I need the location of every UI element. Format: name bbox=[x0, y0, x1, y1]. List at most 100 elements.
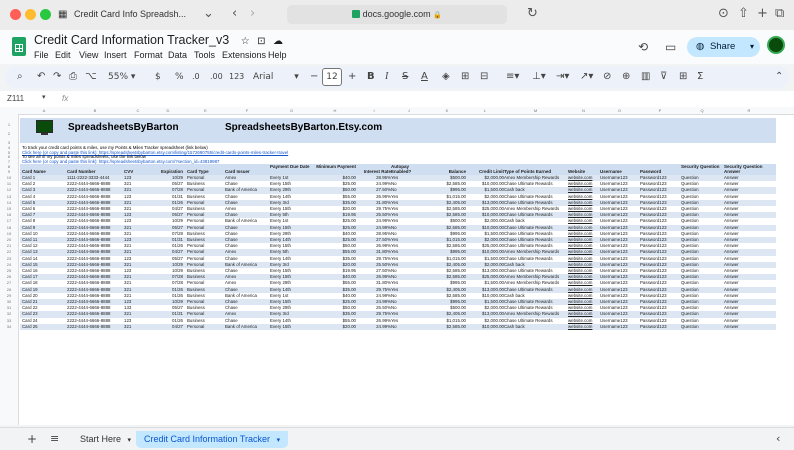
row-number[interactable]: 23 bbox=[0, 256, 18, 261]
all-sheets-icon[interactable]: ≡ bbox=[50, 431, 59, 447]
sheets-logo-icon[interactable] bbox=[12, 37, 26, 56]
font-select[interactable]: Arial ▾ bbox=[253, 69, 299, 85]
fill-color-icon[interactable]: ◈ bbox=[442, 69, 450, 85]
row-number[interactable]: 7 bbox=[0, 159, 18, 164]
column-header-c[interactable]: C bbox=[124, 107, 152, 114]
menu-tools[interactable]: Tools bbox=[194, 50, 215, 60]
address-bar[interactable]: docs.google.com 🔒 bbox=[287, 5, 507, 24]
tab-start-here[interactable]: Start Here ▾ bbox=[72, 431, 139, 448]
row-number[interactable]: 21 bbox=[0, 243, 18, 248]
menu-edit[interactable]: Edit bbox=[55, 50, 71, 60]
italic-button[interactable]: I bbox=[385, 69, 388, 85]
column-header-o[interactable]: O bbox=[600, 107, 639, 114]
share-page-icon[interactable]: ⇧ bbox=[738, 6, 749, 22]
row-number[interactable]: 15 bbox=[0, 206, 18, 211]
row-number[interactable]: 9 bbox=[0, 169, 18, 174]
column-header-a[interactable]: A bbox=[22, 107, 66, 114]
tab-overview-icon[interactable]: ⧉ bbox=[775, 6, 784, 22]
row-number[interactable]: 31 bbox=[0, 305, 18, 310]
column-header-f[interactable]: F bbox=[225, 107, 269, 114]
name-box-dropdown-icon[interactable]: ▾ bbox=[42, 93, 46, 101]
print-icon[interactable]: ⎙ bbox=[69, 69, 77, 85]
row-number[interactable]: 20 bbox=[0, 237, 18, 242]
horizontal-align-icon[interactable]: ≡▾ bbox=[506, 69, 519, 85]
row-number[interactable]: 18 bbox=[0, 225, 18, 230]
vertical-align-icon[interactable]: ⊥▾ bbox=[532, 69, 546, 85]
row-number[interactable]: 17 bbox=[0, 218, 18, 223]
website-link[interactable]: website.com bbox=[568, 324, 599, 330]
vertical-scrollbar[interactable] bbox=[785, 117, 790, 417]
add-sheet-icon[interactable]: + bbox=[27, 431, 37, 447]
row-number[interactable]: 19 bbox=[0, 231, 18, 236]
avatar[interactable] bbox=[767, 36, 785, 54]
column-header-q[interactable]: Q bbox=[681, 107, 723, 114]
collapse-toolbar-icon[interactable]: ⌃ bbox=[775, 69, 783, 85]
column-header-j[interactable]: J bbox=[391, 107, 427, 114]
column-header-r[interactable]: R bbox=[724, 107, 774, 114]
redo-icon[interactable]: ↷ bbox=[53, 69, 61, 85]
zoom-window-button[interactable] bbox=[40, 9, 51, 20]
download-icon[interactable]: ⊙ bbox=[718, 6, 729, 22]
close-window-button[interactable] bbox=[10, 9, 21, 20]
browser-tab[interactable]: ▦ Credit Card Info Spreadsh... bbox=[58, 5, 198, 24]
row-number[interactable]: 28 bbox=[0, 287, 18, 292]
menu-view[interactable]: View bbox=[79, 50, 98, 60]
insert-link-icon[interactable]: ⊘ bbox=[603, 69, 611, 85]
row-number[interactable]: 22 bbox=[0, 249, 18, 254]
column-header-h[interactable]: H bbox=[314, 107, 356, 114]
row-number[interactable]: 34 bbox=[0, 324, 18, 329]
formula-input[interactable] bbox=[80, 91, 780, 107]
paint-format-icon[interactable]: ⌥ bbox=[85, 69, 97, 85]
bold-button[interactable]: B bbox=[367, 69, 375, 85]
text-color-button[interactable]: A bbox=[421, 69, 428, 85]
percent-format-button[interactable]: % bbox=[175, 69, 184, 85]
insert-comment-icon[interactable]: ⊕ bbox=[622, 69, 630, 85]
font-size-input[interactable]: 12 bbox=[322, 68, 342, 86]
menu-file[interactable]: File bbox=[34, 50, 49, 60]
row-number[interactable]: 29 bbox=[0, 293, 18, 298]
borders-icon[interactable]: ⊞ bbox=[461, 69, 469, 85]
reload-icon[interactable]: ↻ bbox=[527, 6, 538, 22]
menu-insert[interactable]: Insert bbox=[104, 50, 127, 60]
row-number[interactable]: 14 bbox=[0, 200, 18, 205]
strikethrough-button[interactable]: S bbox=[402, 69, 408, 85]
text-wrapping-icon[interactable]: ⇥▾ bbox=[556, 69, 569, 85]
decrease-decimal-button[interactable]: .0 bbox=[192, 69, 200, 85]
menu-help[interactable]: Help bbox=[268, 50, 287, 60]
column-header-i[interactable]: I bbox=[357, 107, 391, 114]
functions-icon[interactable]: Σ bbox=[697, 69, 703, 85]
chevron-down-icon[interactable]: ⌄ bbox=[203, 6, 214, 22]
column-header-e[interactable]: E bbox=[187, 107, 224, 114]
scroll-tabs-left-icon[interactable]: ‹ bbox=[776, 431, 780, 447]
row-number[interactable]: 26 bbox=[0, 274, 18, 279]
column-header-g[interactable]: G bbox=[270, 107, 313, 114]
search-icon[interactable]: ⌕ bbox=[17, 69, 23, 85]
share-dropdown-icon[interactable]: ▾ bbox=[750, 37, 754, 57]
minimize-window-button[interactable] bbox=[25, 9, 36, 20]
increase-decimal-button[interactable]: .00 bbox=[210, 69, 223, 85]
text-rotation-icon[interactable]: ↗▾ bbox=[580, 69, 593, 85]
spreadsheet-grid[interactable]: ABCDEFGHIJKLMNOPQR 1 2 3 4 5 6 7 8 9 10 11 12 13 14 15… bbox=[0, 107, 794, 425]
comments-icon[interactable]: ▭ bbox=[665, 39, 676, 55]
row-number[interactable]: 30 bbox=[0, 299, 18, 304]
column-header-d[interactable]: D bbox=[153, 107, 183, 114]
forward-icon[interactable]: › bbox=[250, 6, 255, 22]
zoom-select[interactable]: 55% ▾ bbox=[108, 69, 135, 85]
row-number[interactable]: 12 bbox=[0, 187, 18, 192]
filter-icon[interactable]: ⊽ bbox=[660, 69, 667, 85]
document-title[interactable]: Credit Card Information Tracker_v3 ☆ ⊡ ☁ bbox=[34, 33, 283, 47]
menu-extensions[interactable]: Extensions bbox=[222, 50, 266, 60]
row-number[interactable]: 13 bbox=[0, 194, 18, 199]
row-number[interactable]: 24 bbox=[0, 262, 18, 267]
back-icon[interactable]: ‹ bbox=[232, 6, 237, 22]
info-link[interactable]: Click here (or copy and paste this link)… bbox=[22, 159, 220, 164]
insert-chart-icon[interactable]: ▥ bbox=[641, 69, 650, 85]
version-history-icon[interactable]: ⟲ bbox=[638, 39, 648, 55]
decrease-font-size-button[interactable]: − bbox=[310, 69, 318, 85]
tab-credit-card-information-tracker[interactable]: Credit Card Information Tracker ▾ bbox=[136, 431, 289, 448]
more-formats-button[interactable]: 123 bbox=[229, 69, 244, 85]
row-number[interactable]: 33 bbox=[0, 318, 18, 323]
row-number[interactable]: 32 bbox=[0, 311, 18, 316]
share-button[interactable]: ◍ Share ▾ bbox=[687, 37, 760, 57]
filter-views-icon[interactable]: ⊞ bbox=[679, 69, 687, 85]
